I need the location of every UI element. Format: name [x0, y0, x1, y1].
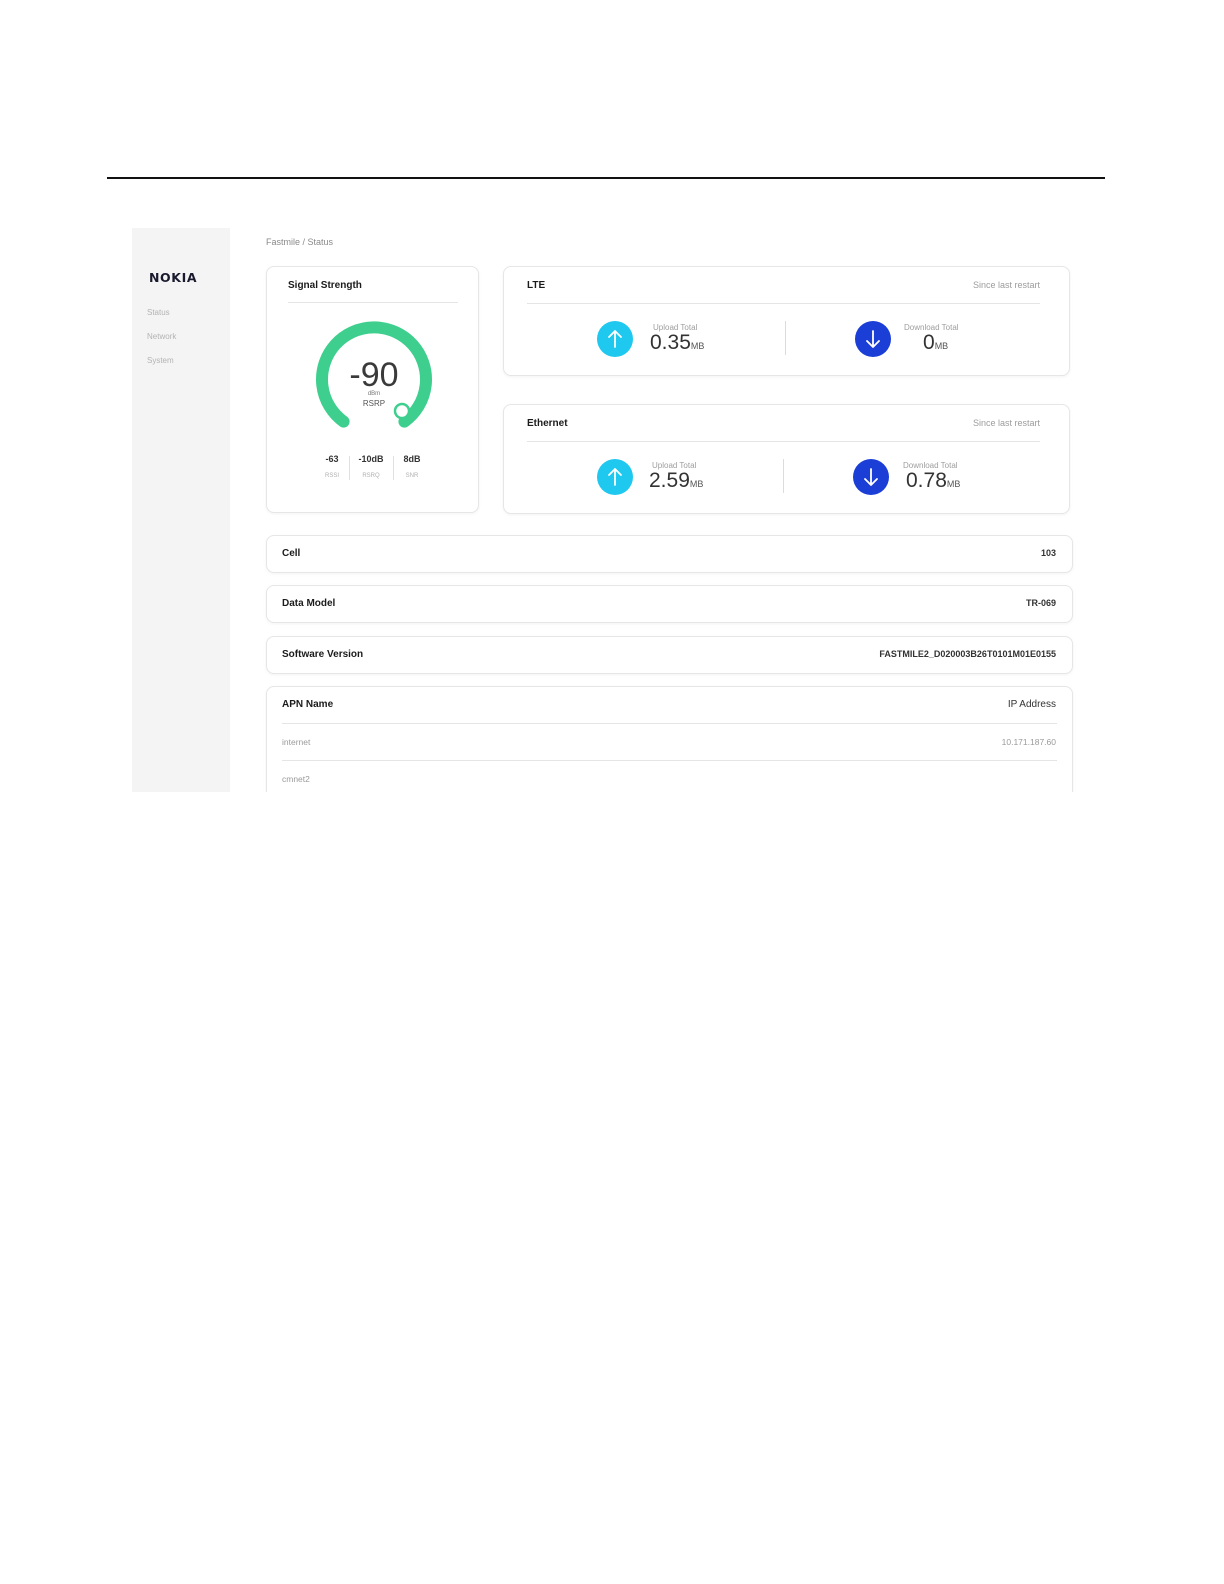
snr-label: SNR	[405, 473, 419, 479]
rsrp-value: -90	[349, 356, 399, 394]
cell-label: Cell	[282, 548, 301, 559]
rssi-label: RSSI	[324, 473, 339, 479]
apn-name-cell: cmnet2	[282, 774, 310, 784]
divider	[282, 723, 1057, 724]
lte-card: LTE Since last restart Upload Total 0.35…	[503, 266, 1070, 376]
download-icon	[855, 321, 891, 357]
vertical-divider	[783, 459, 784, 493]
upload-unit: MB	[690, 341, 705, 351]
vertical-divider	[785, 321, 786, 355]
signal-strength-card: Signal Strength -90 dBm RSRP -63 RSSI -1…	[266, 266, 479, 513]
snr-value: 8dB	[403, 454, 421, 464]
software-version-value: FASTMILE2_D020003B26T0101M01E0155	[879, 649, 1056, 659]
ip-address-cell: 10.171.187.60	[1001, 737, 1056, 747]
rsrq-label: RSRQ	[362, 473, 380, 479]
divider	[527, 441, 1040, 442]
rsrq-metric: -10dB RSRQ	[351, 454, 391, 479]
snr-metric: 8dB SNR	[392, 454, 432, 479]
sidebar: NOKIA Status Network System	[132, 228, 230, 792]
download-total-value: 0.78MB	[906, 469, 960, 493]
divider	[527, 303, 1040, 304]
download-unit: MB	[946, 479, 961, 489]
download-amount: 0	[923, 331, 935, 354]
rsrp-label: RSRP	[362, 399, 386, 408]
card-title: Signal Strength	[288, 280, 362, 291]
rssi-value: -63	[325, 454, 339, 464]
software-version-row: Software Version FASTMILE2_D020003B26T01…	[266, 636, 1073, 674]
breadcrumb: Fastmile / Status	[266, 237, 334, 247]
rsrp-unit: dBm	[367, 391, 381, 397]
download-unit: MB	[934, 341, 949, 351]
sidebar-item-system[interactable]: System	[147, 356, 174, 365]
rsrq-value: -10dB	[358, 454, 384, 464]
download-amount: 0.78	[906, 469, 947, 492]
data-model-label: Data Model	[282, 598, 336, 609]
sidebar-item-status[interactable]: Status	[147, 308, 170, 317]
cell-row: Cell 103	[266, 535, 1073, 573]
upload-icon	[597, 321, 633, 357]
rssi-metric: -63 RSSI	[312, 454, 352, 479]
data-model-row: Data Model TR-069	[266, 585, 1073, 623]
upload-amount: 2.59	[649, 469, 690, 492]
apn-name-cell: internet	[282, 737, 311, 747]
cell-value: 103	[1040, 548, 1056, 558]
download-total-value: 0MB	[923, 331, 948, 355]
apn-name-header: APN Name	[282, 699, 334, 710]
divider	[282, 760, 1057, 761]
page-top-rule	[107, 177, 1105, 179]
apn-table: APN Name IP Address internet 10.171.187.…	[266, 686, 1073, 792]
data-model-value: TR-069	[1025, 598, 1056, 608]
upload-icon	[597, 459, 633, 495]
metric-divider	[349, 456, 350, 480]
router-status-screenshot: NOKIA Status Network System Fastmile / S…	[132, 228, 1082, 792]
upload-total-value: 0.35MB	[650, 331, 704, 355]
upload-total-value: 2.59MB	[649, 469, 703, 493]
since-restart-label: Since last restart	[972, 418, 1040, 428]
since-restart-label: Since last restart	[972, 280, 1040, 290]
software-version-label: Software Version	[282, 649, 364, 660]
upload-amount: 0.35	[650, 331, 691, 354]
divider	[288, 302, 458, 303]
download-icon	[853, 459, 889, 495]
ethernet-card: Ethernet Since last restart Upload Total…	[503, 404, 1070, 514]
nokia-logo: NOKIA	[149, 270, 198, 285]
upload-unit: MB	[689, 479, 704, 489]
card-title: LTE	[527, 280, 546, 291]
ip-address-header: IP Address	[1007, 699, 1056, 710]
card-title: Ethernet	[527, 418, 568, 429]
sidebar-item-network[interactable]: Network	[147, 332, 176, 341]
